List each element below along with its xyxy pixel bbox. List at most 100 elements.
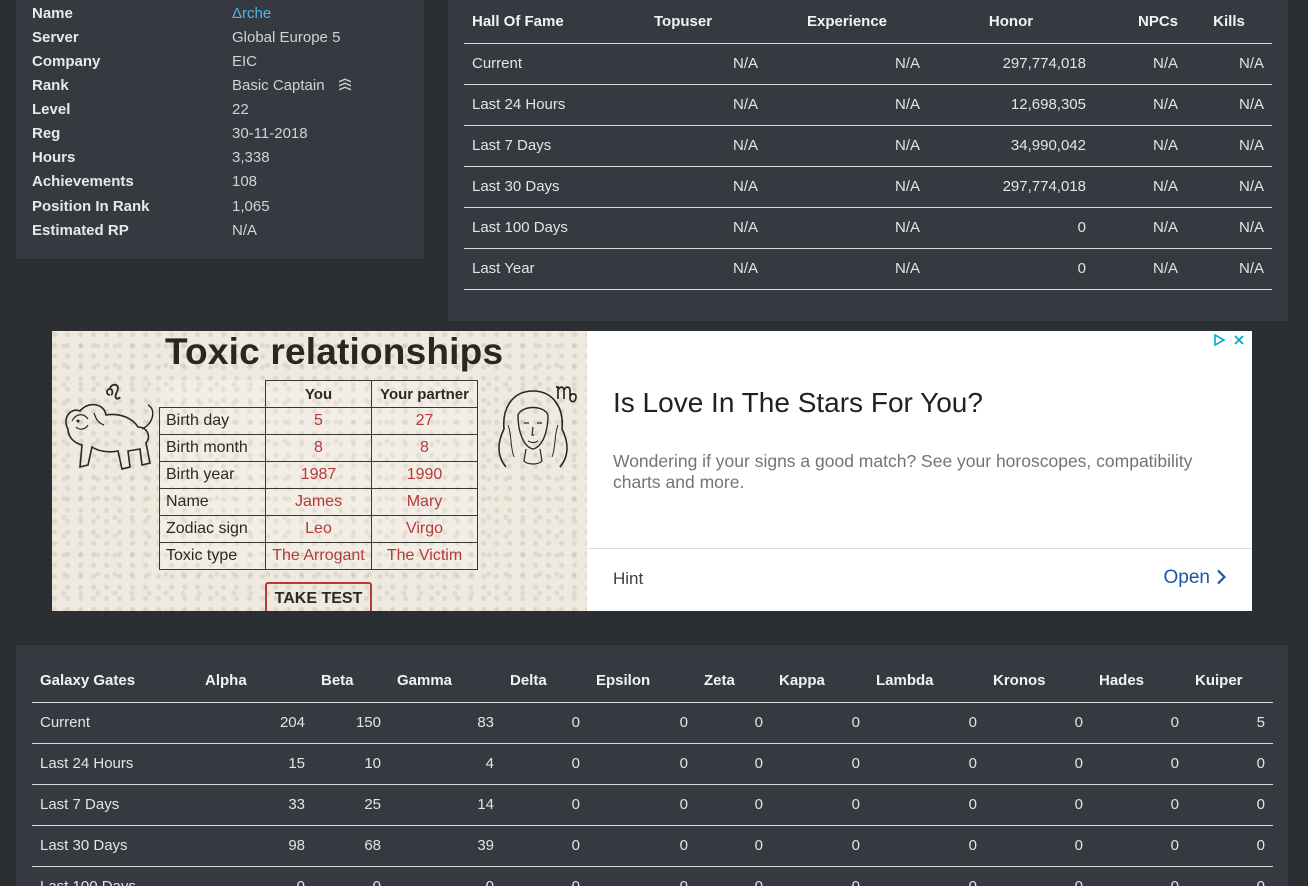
- row-label: Last 100 Days: [464, 207, 646, 249]
- zodiac-row: Zodiac sign Leo Virgo: [159, 515, 478, 543]
- table-cell: 0: [985, 866, 1091, 886]
- table-row: Current N/A N/A 297,774,018 N/A N/A: [464, 43, 1272, 85]
- table-cell: 0: [502, 702, 588, 744]
- player-name-link[interactable]: Δrche: [232, 2, 422, 26]
- table-cell: 14: [389, 784, 502, 826]
- hall-of-fame-panel: Hall Of Fame Topuser Experience Honor NP…: [448, 0, 1288, 321]
- table-row: Current 204 150 83 0 0 0 0 0 0 0 5: [32, 702, 1273, 744]
- table-cell: 0: [1091, 743, 1187, 785]
- close-icon[interactable]: [1232, 333, 1246, 347]
- table-cell: N/A: [646, 43, 766, 85]
- table-cell: 204: [197, 702, 313, 744]
- table-row: Last 24 Hours 15 10 4 0 0 0 0 0 0 0 0: [32, 743, 1273, 785]
- table-cell: 0: [588, 743, 696, 785]
- table-cell: 25: [313, 784, 389, 826]
- table-cell: N/A: [646, 166, 766, 208]
- column-header[interactable]: Hall Of Fame: [464, 1, 646, 44]
- row-label: Last 30 Days: [32, 825, 197, 867]
- column-header[interactable]: Lambda: [868, 660, 985, 703]
- table-cell: 0: [1187, 825, 1273, 867]
- table-cell: 0: [771, 866, 868, 886]
- column-header[interactable]: Alpha: [197, 660, 313, 703]
- ad-headline[interactable]: Is Love In The Stars For You?: [613, 387, 983, 419]
- column-header[interactable]: Hades: [1091, 660, 1187, 703]
- column-header[interactable]: Experience: [766, 1, 928, 44]
- table-cell: 0: [985, 825, 1091, 867]
- table-cell: 0: [197, 866, 313, 886]
- column-header[interactable]: Kuiper: [1187, 660, 1273, 703]
- zodiac-cell: Mary: [371, 488, 478, 516]
- table-cell: 0: [696, 866, 771, 886]
- ad-text-area[interactable]: Is Love In The Stars For You? Wondering …: [587, 331, 1252, 611]
- zodiac-cell: 1990: [371, 461, 478, 489]
- table-cell: 4: [389, 743, 502, 785]
- column-header[interactable]: NPCs: [1094, 1, 1186, 44]
- column-header[interactable]: Topuser: [646, 1, 766, 44]
- row-label: Last 7 Days: [464, 125, 646, 167]
- table-cell: 0: [588, 784, 696, 826]
- table-cell: N/A: [646, 248, 766, 290]
- table-cell: 0: [868, 743, 985, 785]
- table-cell: N/A: [1094, 84, 1186, 126]
- zodiac-table: You Your partner Birth day 5 27 Birth month…: [159, 380, 478, 570]
- table-cell: 0: [985, 784, 1091, 826]
- ad-banner[interactable]: Toxic relationships You Your partner Bir…: [52, 331, 1252, 611]
- column-header[interactable]: Kills: [1186, 1, 1272, 44]
- table-cell: 0: [389, 866, 502, 886]
- table-cell: 0: [868, 825, 985, 867]
- table-cell: 0: [502, 784, 588, 826]
- table-cell: N/A: [766, 207, 928, 249]
- table-cell: N/A: [1186, 43, 1272, 85]
- table-cell: N/A: [646, 207, 766, 249]
- table-cell: N/A: [766, 166, 928, 208]
- table-cell: 0: [985, 743, 1091, 785]
- column-header[interactable]: Epsilon: [588, 660, 696, 703]
- galaxy-gates-table: Galaxy Gates Alpha Beta Gamma Delta Epsilon Ze…: [32, 660, 1273, 886]
- table-cell: 68: [313, 825, 389, 867]
- table-cell: 150: [313, 702, 389, 744]
- table-cell: 0: [502, 743, 588, 785]
- galaxy-gates-panel: Galaxy Gates Alpha Beta Gamma Delta Epsilon Ze…: [16, 645, 1288, 886]
- column-header[interactable]: Kronos: [985, 660, 1091, 703]
- zodiac-cell: Virgo: [371, 515, 478, 543]
- ad-description: Wondering if your signs a good match? Se…: [613, 451, 1193, 492]
- table-cell: N/A: [766, 125, 928, 167]
- column-header[interactable]: Beta: [313, 660, 389, 703]
- table-cell: 0: [1091, 825, 1187, 867]
- ad-divider: [587, 548, 1252, 549]
- table-cell: 0: [868, 702, 985, 744]
- table-cell: N/A: [766, 84, 928, 126]
- column-header[interactable]: Kappa: [771, 660, 868, 703]
- zodiac-row: Birth month 8 8: [159, 434, 478, 462]
- ad-choices[interactable]: [1212, 333, 1246, 352]
- ad-image[interactable]: Toxic relationships You Your partner Bir…: [52, 331, 587, 611]
- take-test-button[interactable]: TAKE TEST: [265, 582, 372, 611]
- column-header[interactable]: Honor: [928, 1, 1094, 44]
- column-header[interactable]: Zeta: [696, 660, 771, 703]
- zodiac-row: Name James Mary: [159, 488, 478, 516]
- table-cell: 98: [197, 825, 313, 867]
- table-cell: 0: [696, 743, 771, 785]
- table-cell: N/A: [646, 125, 766, 167]
- zodiac-cell: 5: [265, 407, 372, 435]
- table-cell: 0: [1187, 784, 1273, 826]
- table-cell: N/A: [1186, 84, 1272, 126]
- column-header[interactable]: Gamma: [389, 660, 502, 703]
- row-label: Last Year: [464, 248, 646, 290]
- adchoices-icon[interactable]: [1212, 333, 1226, 347]
- table-row: Last 100 Days N/A N/A 0 N/A N/A: [464, 207, 1272, 249]
- ad-advertiser-label: Hint: [613, 569, 644, 588]
- table-cell: 0: [928, 207, 1094, 249]
- table-cell: 0: [1187, 743, 1273, 785]
- row-label: Last 100 Days: [32, 866, 197, 886]
- table-row: Last 100 Days00000000000: [32, 866, 1273, 886]
- zodiac-cell: 8: [371, 434, 478, 462]
- column-header[interactable]: Galaxy Gates: [32, 660, 197, 703]
- zodiac-row: Birth year 1987 1990: [159, 461, 478, 489]
- ad-open-button[interactable]: Open: [1164, 567, 1227, 589]
- table-cell: 39: [389, 825, 502, 867]
- table-cell: N/A: [1186, 207, 1272, 249]
- column-header[interactable]: Delta: [502, 660, 588, 703]
- table-cell: 33: [197, 784, 313, 826]
- table-cell: 0: [696, 784, 771, 826]
